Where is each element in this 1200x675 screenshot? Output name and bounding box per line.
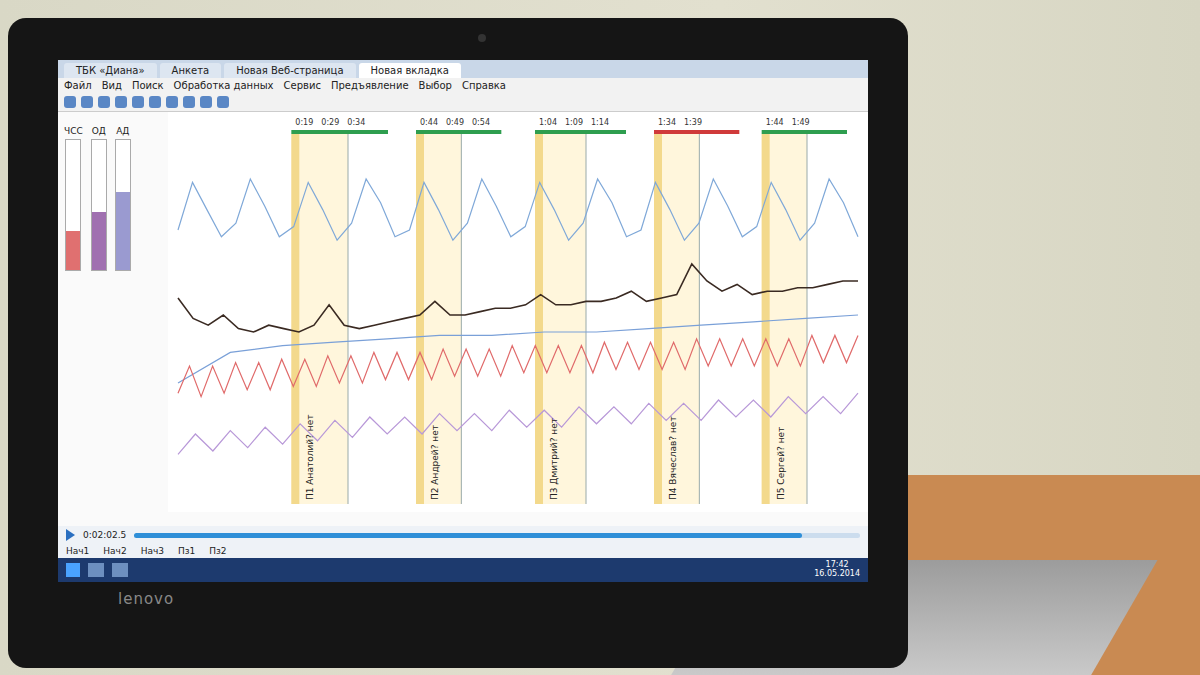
menu-item[interactable]: Обработка данных — [174, 80, 274, 91]
time-label: 1:09 — [565, 118, 583, 127]
photo-scene: ТБК «Диана»АнкетаНовая Веб-страница Новая… — [0, 0, 1200, 675]
question-header — [535, 130, 626, 134]
question-marker — [535, 134, 543, 504]
time-label: 0:29 — [321, 118, 339, 127]
question-marker — [654, 134, 662, 504]
tool-button-icon[interactable] — [217, 96, 229, 108]
page-tab[interactable]: Нач2 — [103, 546, 126, 556]
tool-button-icon[interactable] — [115, 96, 127, 108]
question-header — [416, 130, 501, 134]
page-tab[interactable]: Пз1 — [178, 546, 195, 556]
playback-bar: 0:02:02.5 — [58, 526, 868, 544]
tool-button-icon[interactable] — [183, 96, 195, 108]
question-label: П3 Дмитрий? нет — [549, 418, 559, 500]
tab[interactable]: Новая вкладка — [359, 63, 461, 78]
polygraph-chart: 0:19 0:29 0:34 0:44 0:49 0:54 1:04 1:09 1:14 1:34… — [168, 112, 868, 512]
question-label: П1 Анатолий? нет — [305, 415, 315, 500]
laptop-screen: ТБК «Диана»АнкетаНовая Веб-страница Новая… — [8, 18, 908, 668]
time-label: 1:04 — [539, 118, 557, 127]
gauge-label: ЧСС — [64, 126, 83, 136]
tool-button-icon[interactable] — [81, 96, 93, 108]
question-header — [291, 130, 388, 134]
question-band — [416, 134, 461, 504]
time-label: 1:39 — [684, 118, 702, 127]
series-line — [178, 393, 858, 454]
question-label: П5 Сергей? нет — [776, 427, 786, 500]
menu-item[interactable]: Файл — [64, 80, 92, 91]
tab[interactable]: ТБК «Диана» — [64, 63, 157, 78]
tool-button-icon[interactable] — [98, 96, 110, 108]
brand-logo: lenovo — [58, 582, 868, 608]
page-tabs: Нач1 Нач2 Нач3 Пз1 Пз2 — [58, 544, 868, 558]
gauge-track — [115, 139, 131, 271]
question-header — [654, 130, 739, 134]
gauge-label: ОД — [92, 126, 106, 136]
tab-bar: ТБК «Диана»АнкетаНовая Веб-страница Новая… — [58, 60, 868, 78]
menu-bar: Файл Вид Поиск Обработка данных Сервис Предъя… — [58, 78, 868, 93]
time-label: 0:44 — [420, 118, 438, 127]
taskbar-app-icon[interactable] — [88, 563, 104, 577]
menu-item[interactable]: Вид — [102, 80, 122, 91]
toolbar — [58, 93, 868, 112]
gauge-fill — [116, 192, 130, 270]
main-area: ЧСС ОД АД 0:19 0:29 0:34 0:44 0:49 0:54 1:04 1:… — [58, 112, 868, 526]
tool-button-icon[interactable] — [132, 96, 144, 108]
play-icon[interactable] — [66, 529, 75, 541]
tool-button-icon[interactable] — [200, 96, 212, 108]
taskbar: 17:4216.05.2014 — [58, 558, 868, 582]
question-label: П4 Вячеслав? нет — [668, 416, 678, 500]
series-line — [178, 179, 858, 240]
page-tab[interactable]: Нач1 — [66, 546, 89, 556]
series-line — [178, 315, 858, 383]
tool-button-icon[interactable] — [166, 96, 178, 108]
gauge-panel: ЧСС ОД АД — [58, 112, 168, 526]
menu-item[interactable]: Справка — [462, 80, 506, 91]
tab[interactable]: Новая Веб-страница — [224, 63, 355, 78]
playback-track[interactable] — [134, 533, 860, 538]
webcam-icon — [478, 34, 486, 42]
time-label: 1:34 — [658, 118, 676, 127]
time-label: 1:14 — [591, 118, 609, 127]
tool-button-icon[interactable] — [64, 96, 76, 108]
time-label: 1:49 — [792, 118, 810, 127]
menu-item[interactable]: Сервис — [284, 80, 321, 91]
time-label: 0:19 — [295, 118, 313, 127]
gauge-fill — [66, 231, 80, 270]
time-label: 1:44 — [766, 118, 784, 127]
gauge: ОД — [91, 126, 107, 512]
series-line — [178, 335, 858, 396]
question-marker — [416, 134, 424, 504]
start-icon[interactable] — [66, 563, 80, 577]
tab[interactable]: Анкета — [160, 63, 222, 78]
playback-time: 0:02:02.5 — [83, 530, 126, 540]
gauge-fill — [92, 212, 106, 271]
time-label: 0:34 — [347, 118, 365, 127]
question-band — [535, 134, 586, 504]
question-header — [762, 130, 847, 134]
gauge-track — [91, 139, 107, 271]
gauge-label: АД — [116, 126, 129, 136]
question-marker — [291, 134, 299, 504]
gauge: ЧСС — [64, 126, 83, 512]
menu-item[interactable]: Выбор — [419, 80, 452, 91]
page-tab[interactable]: Пз2 — [209, 546, 226, 556]
taskbar-clock: 17:4216.05.2014 — [814, 561, 860, 579]
question-label: П2 Андрей? нет — [430, 425, 440, 500]
time-label: 0:54 — [472, 118, 490, 127]
app-window: ТБК «Диана»АнкетаНовая Веб-страница Новая… — [58, 60, 868, 582]
question-band — [654, 134, 699, 504]
page-tab[interactable]: Нач3 — [141, 546, 164, 556]
time-label: 0:49 — [446, 118, 464, 127]
gauge-track — [65, 139, 81, 271]
tool-button-icon[interactable] — [149, 96, 161, 108]
taskbar-app-icon[interactable] — [112, 563, 128, 577]
menu-item[interactable]: Предъявление — [331, 80, 409, 91]
gauge: АД — [115, 126, 131, 512]
menu-item[interactable]: Поиск — [132, 80, 164, 91]
playback-fill — [134, 533, 802, 538]
